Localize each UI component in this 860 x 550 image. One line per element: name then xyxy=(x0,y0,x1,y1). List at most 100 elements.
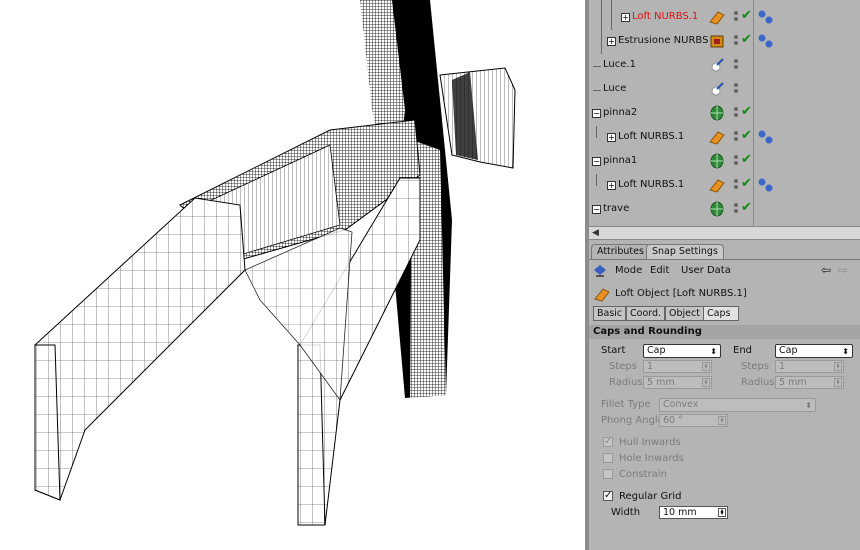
visibility-dots[interactable] xyxy=(733,106,739,120)
object-name: trave xyxy=(603,203,630,214)
fillet-type-select[interactable]: Convex ⬍ xyxy=(659,398,816,412)
enabled-check-icon[interactable]: ✔ xyxy=(741,200,752,215)
object-row-pinna1[interactable]: − pinna1 ✔ xyxy=(589,150,860,174)
object-name: Luce.1 xyxy=(603,59,636,70)
end-steps-field[interactable]: 1 ▴ ▾ xyxy=(775,360,844,373)
visibility-dots[interactable] xyxy=(733,178,739,192)
phong-tag-icon[interactable] xyxy=(757,177,775,193)
start-radius-field[interactable]: 5 mm ▴ ▾ xyxy=(643,376,712,389)
phong-tag-icon[interactable] xyxy=(757,9,775,25)
light-icon xyxy=(711,58,724,72)
section-title: Caps and Rounding xyxy=(593,326,702,337)
enabled-check-icon[interactable]: ✔ xyxy=(741,32,752,47)
visibility-dots[interactable] xyxy=(733,82,739,96)
enabled-check-icon[interactable]: ✔ xyxy=(741,176,752,191)
subtab-coord[interactable]: Coord. xyxy=(626,306,666,321)
object-name: Luce xyxy=(603,83,627,94)
subtab-caps[interactable]: Caps xyxy=(703,306,739,321)
end-cap-select[interactable]: Cap ⬍ xyxy=(775,344,853,358)
stepper-icon[interactable]: ▴ ▾ xyxy=(834,362,842,371)
tab-attributes[interactable]: Attributes xyxy=(591,244,650,259)
object-row-loft-nurbs-1[interactable]: + Loft NURBS.1 ✔ xyxy=(589,126,860,150)
object-row-luce-1[interactable]: Luce.1 xyxy=(589,54,860,78)
end-cap-value: Cap xyxy=(779,345,798,356)
enabled-check-icon[interactable]: ✔ xyxy=(741,104,752,119)
constrain-label: Constrain xyxy=(619,469,667,480)
stepper-icon[interactable]: ▴ ▾ xyxy=(718,416,726,425)
back-arrow-icon[interactable]: ⇦ xyxy=(821,263,831,277)
visibility-dots[interactable] xyxy=(733,130,739,144)
tree-line xyxy=(596,126,597,138)
start-steps-value: 1 xyxy=(647,361,654,372)
horizontal-scrollbar[interactable]: ◀ xyxy=(589,226,860,240)
select-arrows-icon: ⬍ xyxy=(710,347,717,356)
subtab-basic[interactable]: Basic xyxy=(593,306,627,321)
start-steps-field[interactable]: 1 ▴ ▾ xyxy=(643,360,712,373)
object-name: Loft NURBS.1 xyxy=(618,131,685,142)
tree-line xyxy=(593,90,601,91)
stepper-icon[interactable]: ▴ ▾ xyxy=(718,508,726,517)
scroll-left-icon[interactable]: ◀ xyxy=(592,228,599,238)
collapse-toggle[interactable]: − xyxy=(592,109,601,118)
enabled-check-icon[interactable]: ✔ xyxy=(741,8,752,23)
menu-user-data[interactable]: User Data xyxy=(681,265,731,276)
start-cap-value: Cap xyxy=(647,345,666,356)
subtab-object[interactable]: Object xyxy=(665,306,704,321)
expand-toggle[interactable]: + xyxy=(607,133,616,142)
stepper-icon[interactable]: ▴ ▾ xyxy=(702,378,710,387)
visibility-dots[interactable] xyxy=(733,154,739,168)
constrain-checkbox[interactable] xyxy=(603,469,613,479)
visibility-dots[interactable] xyxy=(733,58,739,72)
tree-line xyxy=(611,0,612,30)
hole-inwards-checkbox[interactable] xyxy=(603,453,613,463)
end-steps-label: Steps xyxy=(741,361,769,372)
object-row-loft-nurbs-1[interactable]: + Loft NURBS.1 ✔ xyxy=(589,0,860,30)
expand-toggle[interactable]: + xyxy=(607,37,616,46)
object-name: Loft NURBS.1 xyxy=(618,179,685,190)
phong-angle-label: Phong Angle xyxy=(601,415,664,426)
enabled-check-icon[interactable]: ✔ xyxy=(741,152,752,167)
loft-nurbs-icon xyxy=(594,288,610,302)
object-row-trave[interactable]: − trave ✔ xyxy=(589,198,860,222)
attribute-tabs: Attributes Snap Settings xyxy=(589,242,860,260)
visibility-dots[interactable] xyxy=(733,34,739,48)
visibility-dots[interactable] xyxy=(733,202,739,216)
fillet-type-value: Convex xyxy=(663,399,699,410)
visibility-dots[interactable] xyxy=(733,10,739,24)
object-row-estrusione-nurbs[interactable]: + Estrusione NURBS ✔ xyxy=(589,30,860,54)
object-name: Estrusione NURBS xyxy=(618,35,709,46)
object-row-luce[interactable]: Luce xyxy=(589,78,860,102)
enabled-check-icon[interactable]: ✔ xyxy=(741,128,752,143)
expand-toggle[interactable]: + xyxy=(607,181,616,190)
right-panel: + Loft NURBS.1 ✔ + Estrusione NURBS ✔ Lu… xyxy=(589,0,860,550)
hull-inwards-checkbox[interactable]: ✓ xyxy=(603,437,613,447)
phong-tag-icon[interactable] xyxy=(757,129,775,145)
attribute-manager-icon xyxy=(594,265,606,277)
expand-toggle[interactable]: + xyxy=(621,13,630,22)
forward-arrow-icon[interactable]: ⇨ xyxy=(838,263,848,277)
loft-nurbs-icon xyxy=(709,179,725,193)
section-header: Caps and Rounding xyxy=(589,325,860,339)
phong-tag-icon[interactable] xyxy=(757,33,775,49)
tree-line xyxy=(601,0,602,30)
width-field[interactable]: 10 mm ▴ ▾ xyxy=(659,506,728,519)
menu-mode[interactable]: Mode xyxy=(615,265,642,276)
width-value: 10 mm xyxy=(663,507,697,518)
stepper-icon[interactable]: ▴ ▾ xyxy=(702,362,710,371)
object-row-pinna2[interactable]: − pinna2 ✔ xyxy=(589,102,860,126)
stepper-icon[interactable]: ▴ ▾ xyxy=(834,378,842,387)
tab-snap-settings[interactable]: Snap Settings xyxy=(646,244,724,259)
3d-viewport[interactable] xyxy=(0,0,585,550)
collapse-toggle[interactable]: − xyxy=(592,205,601,214)
object-row-loft-nurbs-1[interactable]: + Loft NURBS.1 ✔ xyxy=(589,174,860,198)
collapse-toggle[interactable]: − xyxy=(592,157,601,166)
start-cap-select[interactable]: Cap ⬍ xyxy=(643,344,721,358)
regular-grid-checkbox[interactable]: ✓ xyxy=(603,491,613,501)
phong-angle-field[interactable]: 60 ° ▴ ▾ xyxy=(659,414,728,427)
start-radius-label: Radius xyxy=(609,377,643,388)
object-title: Loft Object [Loft NURBS.1] xyxy=(615,288,747,299)
null-object-icon xyxy=(710,105,724,121)
end-radius-field[interactable]: 5 mm ▴ ▾ xyxy=(775,376,844,389)
menu-edit[interactable]: Edit xyxy=(650,265,669,276)
phong-angle-value: 60 ° xyxy=(663,415,683,426)
